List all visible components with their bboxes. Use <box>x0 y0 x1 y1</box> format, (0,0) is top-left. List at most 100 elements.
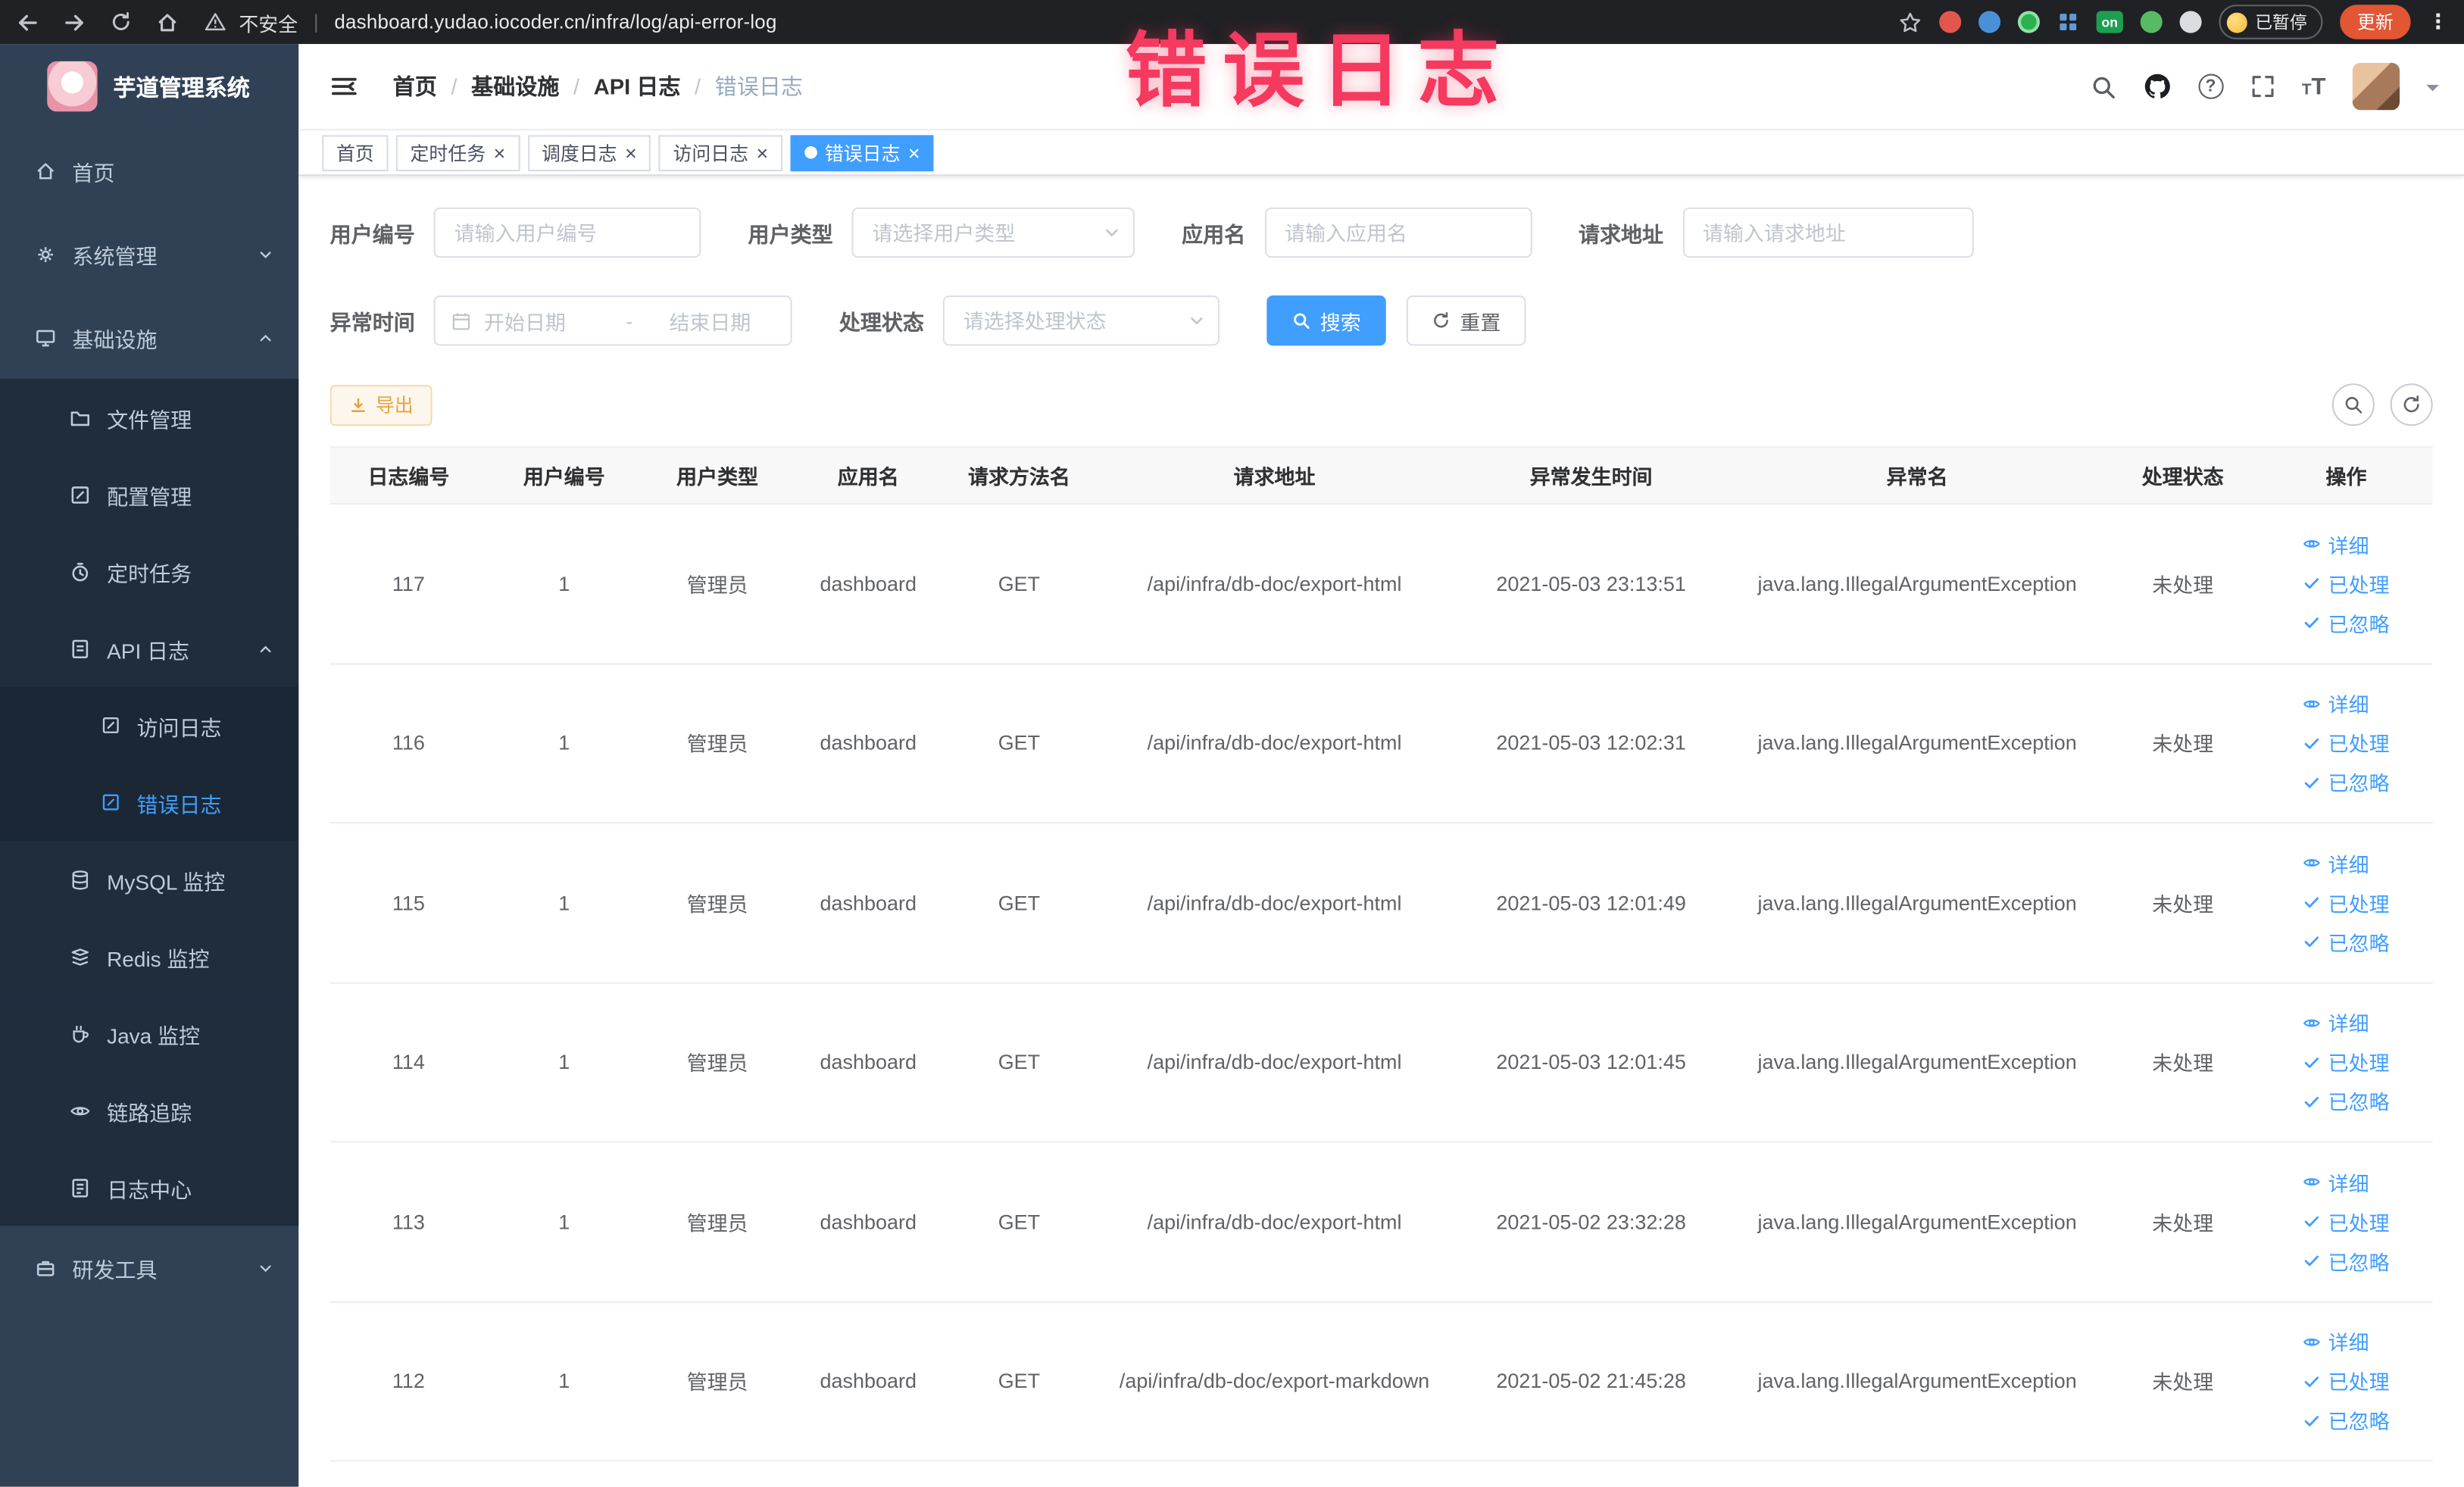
mark-ignored-label: 已忽略 <box>2328 772 2390 796</box>
user-avatar[interactable] <box>2352 62 2400 111</box>
bookmark-star-icon[interactable] <box>1898 10 1922 33</box>
ext-icon-1[interactable] <box>1939 11 1962 33</box>
sidebar-item-scheduled-tasks[interactable]: 定时任务 <box>0 533 299 610</box>
reset-button[interactable]: 重置 <box>1406 295 1526 346</box>
detail-link[interactable]: 详细 <box>2303 848 2369 878</box>
toggle-search-button[interactable] <box>2331 383 2375 426</box>
collapse-menu-icon[interactable] <box>330 74 358 99</box>
breadcrumb-item[interactable]: 基础设施 <box>471 70 559 102</box>
breadcrumb-item[interactable]: 首页 <box>393 70 437 102</box>
request-url-input[interactable] <box>1682 207 1973 258</box>
column-header: 异常发生时间 <box>1529 465 1653 489</box>
cell-exception-name: java.lang.IllegalArgumentException <box>1757 890 2077 914</box>
detail-link[interactable]: 详细 <box>2303 530 2369 559</box>
detail-link[interactable]: 详细 <box>2303 1167 2369 1197</box>
detail-link[interactable]: 详细 <box>2303 1327 2369 1357</box>
mark-ignored-link[interactable]: 已忽略 <box>2303 767 2390 797</box>
sidebar-item-api-log[interactable]: API 日志 <box>0 609 299 687</box>
export-button[interactable]: 导出 <box>329 384 433 426</box>
security-warning-icon[interactable] <box>205 11 226 33</box>
mark-ignored-link[interactable]: 已忽略 <box>2303 1086 2390 1116</box>
date-range-picker[interactable]: 开始日期 - 结束日期 <box>433 295 792 346</box>
user-type-select-input[interactable] <box>851 207 1135 258</box>
tab-home[interactable]: 首页 <box>322 134 389 171</box>
sidebar-item-home[interactable]: 首页 <box>0 129 298 212</box>
process-status-select-input[interactable] <box>942 295 1220 346</box>
cell-status: 未处理 <box>2152 733 2214 757</box>
github-icon[interactable] <box>2143 72 2171 100</box>
sidebar-item-mysql-monitor[interactable]: MySQL 监控 <box>0 840 299 918</box>
user-id-input[interactable] <box>433 207 701 258</box>
search-icon[interactable] <box>2090 73 2116 99</box>
table-row: 114 1 管理员 dashboard GET /api/infra/db-do… <box>329 983 2433 1143</box>
back-icon[interactable] <box>16 10 39 33</box>
refresh-table-button[interactable] <box>2390 383 2433 426</box>
date-end-placeholder: 结束日期 <box>669 310 751 334</box>
mark-processed-link[interactable]: 已处理 <box>2303 888 2390 917</box>
mark-processed-link[interactable]: 已处理 <box>2303 728 2390 758</box>
app-name-input[interactable] <box>1264 207 1532 258</box>
tab-schedule-log[interactable]: 调度日志 × <box>527 134 651 171</box>
font-size-icon[interactable]: TT <box>2302 73 2326 99</box>
cell-status: 未处理 <box>2152 1051 2214 1076</box>
close-icon[interactable]: × <box>908 142 920 163</box>
mark-processed-link[interactable]: 已处理 <box>2303 1047 2390 1076</box>
cell-status: 未处理 <box>2152 1211 2214 1236</box>
fullscreen-icon[interactable] <box>2250 74 2275 99</box>
breadcrumb-item[interactable]: API 日志 <box>594 70 681 102</box>
search-icon <box>2343 395 2363 415</box>
tab-error-log[interactable]: 错误日志 × <box>790 134 935 171</box>
home-icon[interactable] <box>155 10 179 33</box>
mark-processed-link[interactable]: 已处理 <box>2303 569 2390 598</box>
detail-link[interactable]: 详细 <box>2303 689 2369 718</box>
ext-on-badge[interactable]: on <box>2096 11 2123 33</box>
tab-label: 调度日志 <box>541 142 617 164</box>
ext-icon-3[interactable] <box>2017 11 2040 33</box>
sidebar-item-system[interactable]: 系统管理 <box>0 212 298 295</box>
sidebar-logo[interactable]: 芋道管理系统 <box>0 44 298 129</box>
reload-icon[interactable] <box>110 11 132 33</box>
sidebar-item-file-management[interactable]: 文件管理 <box>0 379 299 456</box>
sidebar-item-config-management[interactable]: 配置管理 <box>0 455 299 533</box>
paused-badge[interactable]: 已暂停 <box>2219 5 2323 39</box>
mark-ignored-link[interactable]: 已忽略 <box>2303 1246 2390 1276</box>
tab-scheduled-tasks[interactable]: 定时任务 × <box>395 134 520 171</box>
process-status-select[interactable] <box>942 295 1220 346</box>
security-label[interactable]: 不安全 <box>239 7 298 36</box>
ext-icon-2[interactable] <box>1978 11 2001 33</box>
sidebar-item-java-monitor[interactable]: Java 监控 <box>0 995 299 1072</box>
sidebar-item-dev-tools[interactable]: 研发工具 <box>0 1226 298 1309</box>
user-type-select[interactable] <box>851 207 1135 258</box>
cell-app-name: dashboard <box>820 1050 917 1074</box>
ext-icon-4[interactable] <box>2140 11 2163 33</box>
mark-ignored-link[interactable]: 已忽略 <box>2303 927 2390 957</box>
close-icon[interactable]: × <box>494 142 506 163</box>
update-button[interactable]: 更新 <box>2340 5 2411 39</box>
avatar-caret-icon[interactable] <box>2426 83 2439 97</box>
breadcrumb-current: 错误日志 <box>714 73 803 99</box>
eye-icon <box>2303 1332 2322 1351</box>
close-icon[interactable]: × <box>625 142 637 163</box>
column-header: 用户编号 <box>523 465 605 489</box>
sidebar-item-access-log[interactable]: 访问日志 <box>0 686 299 764</box>
mark-processed-link[interactable]: 已处理 <box>2303 1207 2390 1236</box>
ext-grid-icon[interactable] <box>2057 11 2079 33</box>
browser-menu-icon[interactable]: ⋮ <box>2428 9 2448 34</box>
mark-ignored-link[interactable]: 已忽略 <box>2303 1405 2390 1435</box>
sidebar-item-redis-monitor[interactable]: Redis 监控 <box>0 917 299 995</box>
search-button[interactable]: 搜索 <box>1266 295 1386 346</box>
page-url[interactable]: dashboard.yudao.iocoder.cn/infra/log/api… <box>334 11 776 33</box>
sidebar-item-log-center[interactable]: 日志中心 <box>0 1148 299 1226</box>
help-icon[interactable]: ? <box>2197 73 2224 99</box>
detail-link[interactable]: 详细 <box>2303 1007 2369 1037</box>
mark-processed-link[interactable]: 已处理 <box>2303 1366 2390 1395</box>
forward-icon[interactable] <box>63 10 86 33</box>
mark-ignored-link[interactable]: 已忽略 <box>2303 608 2390 637</box>
sidebar-item-error-log[interactable]: 错误日志 <box>0 764 299 841</box>
tab-access-log[interactable]: 访问日志 × <box>658 134 782 171</box>
sidebar-item-link-tracing[interactable]: 链路追踪 <box>0 1071 299 1149</box>
sidebar-item-infrastructure[interactable]: 基础设施 <box>0 295 298 379</box>
close-icon[interactable]: × <box>756 142 768 163</box>
address-bar[interactable]: 不安全 | dashboard.yudao.iocoder.cn/infra/l… <box>205 7 777 36</box>
ext-paw-icon[interactable] <box>2179 11 2202 33</box>
